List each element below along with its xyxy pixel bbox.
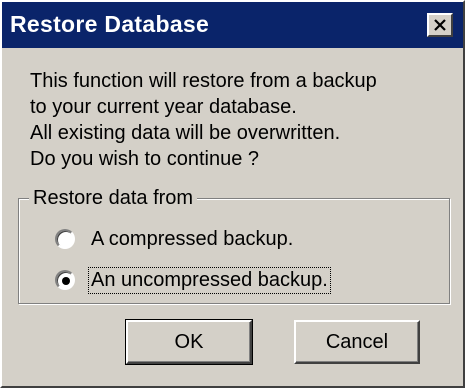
close-icon: [433, 19, 447, 31]
dialog-title: Restore Database: [10, 11, 210, 37]
title-bar[interactable]: Restore Database: [2, 2, 463, 48]
message-text: This function will restore from a backup…: [30, 68, 450, 172]
radio-compressed-backup[interactable]: A compressed backup.: [55, 224, 295, 254]
radio-button-compressed[interactable]: [55, 229, 75, 249]
radio-button-uncompressed[interactable]: [55, 270, 75, 290]
radio-label-compressed[interactable]: A compressed backup.: [89, 227, 295, 252]
message-line: to your current year database.: [30, 96, 297, 118]
close-button[interactable]: [427, 13, 453, 37]
group-label: Restore data from: [29, 186, 198, 210]
radio-selected-dot: [62, 277, 70, 285]
restore-database-dialog: Restore Database This function will rest…: [0, 0, 465, 388]
radio-uncompressed-backup[interactable]: An uncompressed backup.: [55, 265, 331, 295]
cancel-button[interactable]: Cancel: [294, 320, 420, 364]
restore-source-group: Restore data from A compressed backup. A…: [18, 186, 450, 304]
message-line: Do you wish to continue ?: [30, 148, 260, 170]
radio-label-uncompressed[interactable]: An uncompressed backup.: [88, 266, 331, 294]
message-line: This function will restore from a backup: [30, 70, 377, 92]
ok-button[interactable]: OK: [125, 319, 253, 365]
message-line: All existing data will be overwritten.: [30, 122, 341, 144]
